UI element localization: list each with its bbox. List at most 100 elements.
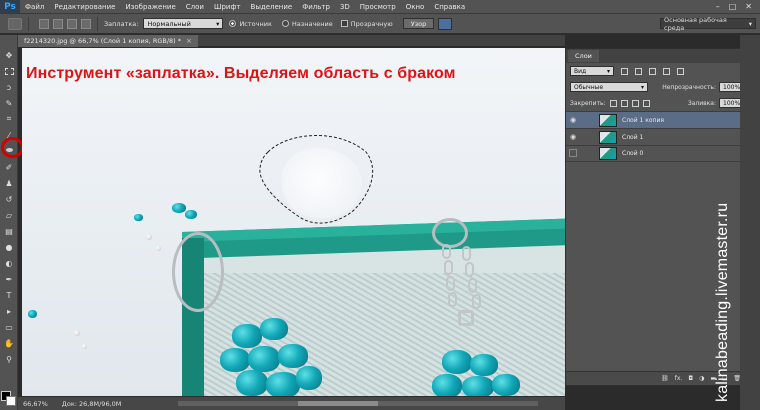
subtract-selection-icon[interactable]	[67, 18, 77, 29]
hand-tool-icon[interactable]: ✋	[3, 338, 15, 348]
layers-panel-header: Слои	[566, 49, 747, 63]
menu-view[interactable]: Просмотр	[355, 3, 401, 11]
layer-name[interactable]: Слой 0	[622, 150, 643, 157]
lock-row: Закрепить: Заливка: 100%	[566, 95, 747, 111]
eraser-tool-icon[interactable]: ▱	[3, 210, 15, 220]
lock-transparent-icon[interactable]	[609, 99, 617, 107]
menu-edit[interactable]: Редактирование	[49, 3, 120, 11]
type-tool-icon[interactable]: T	[3, 290, 15, 300]
smart-object-filter-icon[interactable]	[677, 67, 684, 75]
layer-row-layer1-copy[interactable]: ◉ Слой 1 копия	[566, 111, 747, 128]
path-selection-tool-icon[interactable]: ▸	[3, 306, 15, 316]
visibility-toggle[interactable]	[566, 148, 580, 159]
pattern-picker-icon[interactable]	[438, 17, 453, 30]
layer-row-layer0[interactable]: Слой 0	[566, 145, 747, 162]
fx-icon[interactable]: fx.	[675, 375, 683, 382]
shape-filter-icon[interactable]	[663, 67, 670, 75]
blur-tool-icon[interactable]: ●	[3, 242, 15, 252]
document-tab[interactable]: f2214320.jpg @ 66,7% (Слой 1 копия, RGB/…	[18, 35, 198, 47]
bead	[134, 214, 143, 221]
pen-tool-icon[interactable]: ✒	[3, 274, 15, 284]
new-selection-icon[interactable]	[39, 18, 49, 29]
minimize-icon[interactable]: –	[716, 2, 720, 11]
lock-image-icon[interactable]	[620, 99, 628, 107]
maximize-icon[interactable]: □	[729, 2, 737, 11]
link-icon[interactable]: ⛓	[661, 375, 669, 382]
zoom-tool-icon[interactable]: ⚲	[3, 354, 15, 364]
blend-mode-select[interactable]: Обычные ▾	[570, 82, 648, 92]
layer-name[interactable]: Слой 1	[622, 134, 643, 141]
clone-stamp-tool-icon[interactable]: ♟	[3, 178, 15, 188]
bead	[248, 346, 280, 372]
close-icon[interactable]: ×	[186, 37, 192, 45]
chevron-down-icon: ▾	[748, 19, 752, 28]
adjustment-filter-icon[interactable]	[635, 67, 642, 75]
bead	[432, 374, 462, 396]
pearl	[156, 246, 161, 251]
source-radio[interactable]	[229, 20, 237, 27]
layer-link-slot	[583, 133, 591, 141]
document-canvas[interactable]: Инструмент «заплатка». Выделяем область …	[22, 48, 565, 396]
eye-icon[interactable]: ◉	[566, 116, 580, 124]
layer-name[interactable]: Слой 1 копия	[622, 117, 664, 124]
intersect-selection-icon[interactable]	[81, 18, 91, 29]
menu-image[interactable]: Изображение	[120, 3, 180, 11]
bead	[470, 354, 498, 376]
menu-select[interactable]: Выделение	[246, 3, 298, 11]
crop-tool-icon[interactable]: ⌗	[3, 114, 15, 124]
pixel-filter-icon[interactable]	[621, 67, 628, 75]
lasso-tool-icon[interactable]: ↄ	[3, 82, 15, 92]
earring-hook-right	[432, 218, 468, 248]
adjustment-icon[interactable]: ◑	[699, 375, 704, 382]
history-brush-tool-icon[interactable]: ↺	[3, 194, 15, 204]
document-title: f2214320.jpg @ 66,7% (Слой 1 копия, RGB/…	[24, 37, 182, 45]
marquee-tool-icon[interactable]	[3, 66, 15, 76]
close-window-icon[interactable]: ✕	[745, 2, 752, 11]
opacity-label: Непрозрачность:	[662, 83, 716, 91]
document-tabs: f2214320.jpg @ 66,7% (Слой 1 копия, RGB/…	[18, 35, 565, 47]
tutorial-headline: Инструмент «заплатка». Выделяем область …	[26, 65, 456, 82]
gradient-tool-icon[interactable]: ▤	[3, 226, 15, 236]
chevron-down-icon: ▾	[640, 83, 644, 91]
lock-position-icon[interactable]	[631, 99, 639, 107]
chain-link	[472, 294, 481, 309]
type-filter-icon[interactable]	[649, 67, 656, 75]
menu-file[interactable]: Файл	[20, 3, 49, 11]
add-selection-icon[interactable]	[53, 18, 63, 29]
chain-link	[465, 262, 474, 277]
bead	[220, 348, 250, 372]
horizontal-scrollbar[interactable]	[178, 401, 538, 406]
blend-row: Обычные ▾ Непрозрачность: 100%	[566, 79, 747, 95]
patch-tool-preset-icon[interactable]	[8, 17, 22, 30]
destination-radio[interactable]	[281, 20, 289, 27]
lock-all-icon[interactable]	[642, 99, 650, 107]
use-pattern-button[interactable]: Узор	[402, 18, 435, 29]
eye-icon[interactable]: ◉	[566, 133, 580, 141]
workspace-select[interactable]: Основная рабочая среда ▾	[660, 16, 756, 32]
brush-tool-icon[interactable]: ✐	[3, 162, 15, 172]
menu-filter[interactable]: Фильтр	[297, 3, 335, 11]
divider	[97, 16, 98, 31]
destination-label: Назначение	[291, 19, 333, 28]
move-tool-icon[interactable]: ✥	[3, 50, 15, 60]
layer-filter-select[interactable]: Вид ▾	[570, 66, 614, 76]
menu-layers[interactable]: Слои	[181, 3, 209, 11]
zoom-level[interactable]: 66,67%	[23, 400, 48, 408]
menu-window[interactable]: Окно	[401, 3, 430, 11]
bead	[296, 366, 322, 390]
quick-selection-tool-icon[interactable]: ✎	[3, 98, 15, 108]
layer-row-layer1[interactable]: ◉ Слой 1	[566, 128, 747, 145]
mask-icon[interactable]: ◘	[688, 375, 693, 382]
menu-help[interactable]: Справка	[429, 3, 470, 11]
dodge-tool-icon[interactable]: ◐	[3, 258, 15, 268]
scrollbar-thumb[interactable]	[298, 401, 378, 406]
layers-tab[interactable]: Слои	[568, 50, 599, 62]
background-color-swatch[interactable]	[6, 396, 16, 406]
patch-mode-select[interactable]: Нормальный ▾	[143, 18, 224, 29]
shape-tool-icon[interactable]: ▭	[3, 322, 15, 332]
menu-type[interactable]: Шрифт	[209, 3, 246, 11]
watermark: kalinabeading.livemaster.ru	[714, 202, 731, 402]
transparent-checkbox[interactable]	[340, 20, 348, 27]
menu-3d[interactable]: 3D	[335, 3, 355, 11]
bead	[266, 372, 300, 396]
